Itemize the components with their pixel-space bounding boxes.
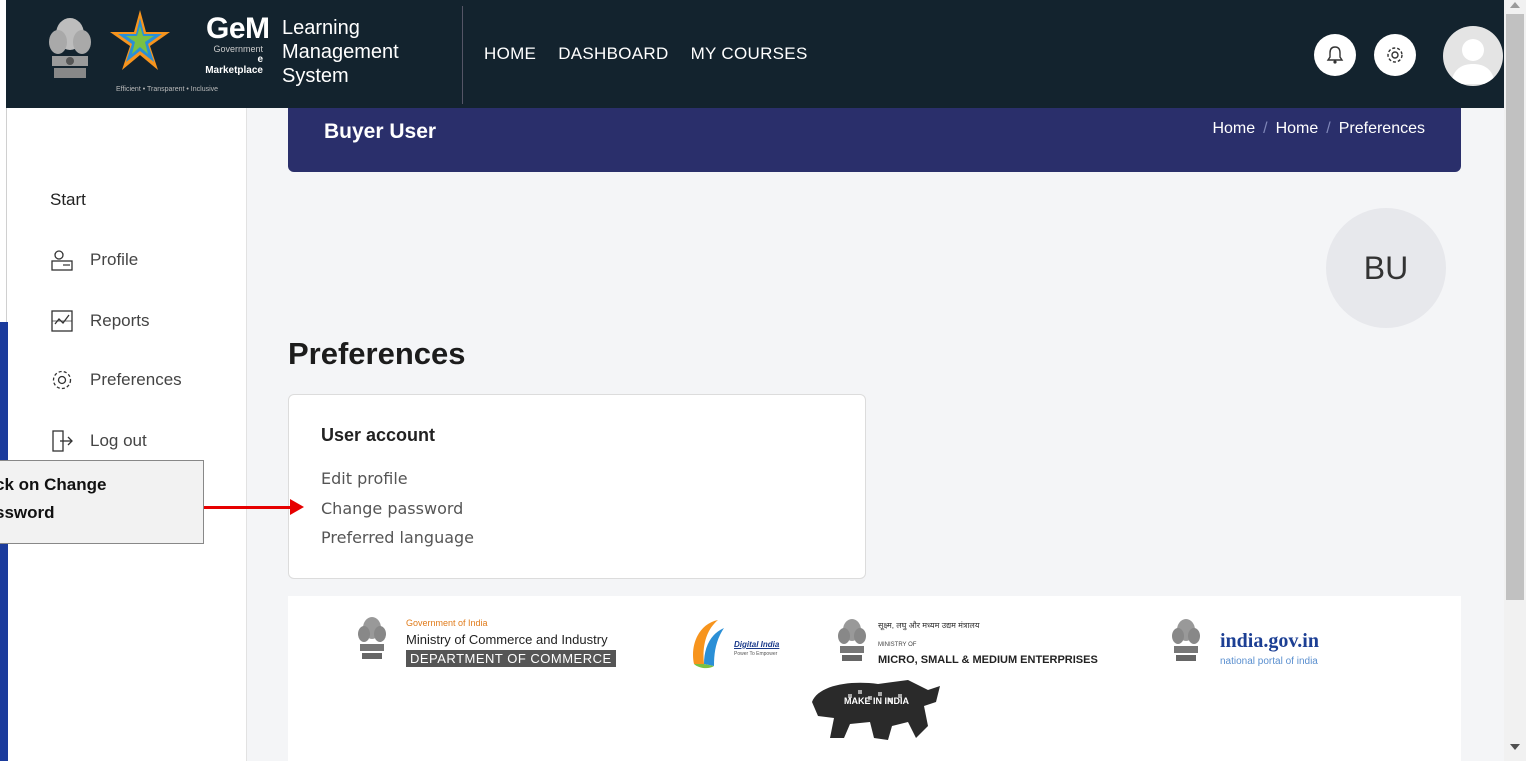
msme-hindi-label: सूक्ष्म, लघु और मध्यम उद्यम मंत्रालय xyxy=(878,621,980,630)
national-emblem-icon xyxy=(1172,619,1200,661)
primary-nav: HOME DASHBOARD MY COURSES xyxy=(484,44,808,64)
msme-name-label: MICRO, SMALL & MEDIUM ENTERPRISES xyxy=(878,654,1098,666)
edit-profile-link[interactable]: Edit profile xyxy=(321,469,408,488)
top-navbar: GeM Government e Marketplace Efficient •… xyxy=(6,0,1504,108)
settings-button[interactable] xyxy=(1374,34,1416,76)
msme-ministry-of-label: MINISTRY OF xyxy=(878,642,917,648)
navbar-divider xyxy=(462,6,463,104)
callout-arrow-line xyxy=(204,506,292,509)
gem-star-logo-icon xyxy=(110,10,170,70)
commerce-department-label: DEPARTMENT OF COMMERCE xyxy=(406,650,616,667)
scroll-up-arrow-icon[interactable] xyxy=(1510,2,1520,8)
digital-india-label: Digital India xyxy=(734,640,780,649)
avatar-icon xyxy=(1451,39,1495,84)
footer-logos: Government of India Ministry of Commerce… xyxy=(288,596,1461,761)
preferred-language-link[interactable]: Preferred language xyxy=(321,528,474,547)
gear-icon xyxy=(1387,47,1403,63)
national-emblem-icon xyxy=(838,619,866,661)
lms-title: Learning Management System xyxy=(282,17,399,87)
notifications-button[interactable] xyxy=(1314,34,1356,76)
india-gov-label: india.gov.in xyxy=(1220,630,1319,652)
breadcrumb-separator: / xyxy=(1326,120,1331,137)
sidebar-item-label: Log out xyxy=(90,431,147,450)
sidebar-item-reports[interactable]: Reports xyxy=(50,309,150,333)
page-title: Preferences xyxy=(288,336,466,371)
header-user-name: Buyer User xyxy=(324,120,437,143)
callout-arrow-head-icon xyxy=(290,499,304,515)
sidebar-item-label: Profile xyxy=(90,250,139,269)
digital-india-tagline: Power To Empower xyxy=(734,651,778,657)
breadcrumb-separator: / xyxy=(1263,120,1268,137)
nav-home-link[interactable]: HOME xyxy=(484,44,536,64)
make-in-india-label: MAKE IN INDIA xyxy=(844,696,909,706)
scrollbar-thumb[interactable] xyxy=(1506,14,1524,600)
breadcrumb-current[interactable]: Preferences xyxy=(1339,120,1425,138)
reports-icon xyxy=(50,309,74,333)
sidebar-item-preferences[interactable]: Preferences xyxy=(50,368,182,392)
scroll-down-arrow-icon[interactable] xyxy=(1510,744,1520,750)
gem-tagline: Efficient • Transparent • Inclusive xyxy=(116,86,219,93)
instruction-callout: ck on Change ssword xyxy=(0,460,204,544)
gem-subtitle-marketplace: e Marketplace xyxy=(205,54,263,76)
page-header: Buyer User Home / Home / Preferences xyxy=(288,108,1461,172)
commerce-gov-label: Government of India xyxy=(406,618,488,628)
callout-text: ck on Change ssword xyxy=(0,475,107,522)
national-emblem-icon xyxy=(358,617,386,659)
user-avatar-button[interactable] xyxy=(1443,26,1503,86)
sidebar-item-label: Preferences xyxy=(90,370,182,389)
change-password-link[interactable]: Change password xyxy=(321,499,463,518)
make-in-india-lion-icon xyxy=(812,680,940,740)
commerce-ministry-label: Ministry of Commerce and Industry xyxy=(406,632,608,647)
bell-icon xyxy=(1326,46,1344,64)
national-emblem-icon xyxy=(49,18,91,78)
india-gov-tagline: national portal of india xyxy=(1220,656,1318,667)
sidebar-item-label: Reports xyxy=(90,311,150,330)
user-account-card: User account Edit profile Change passwor… xyxy=(288,394,866,579)
gear-icon xyxy=(50,368,74,392)
breadcrumb-home-link-2[interactable]: Home xyxy=(1276,120,1319,138)
digital-india-logo-icon xyxy=(693,620,724,669)
breadcrumb: Home / Home / Preferences xyxy=(1212,120,1425,138)
profile-icon xyxy=(50,248,74,272)
sidebar-item-log-out[interactable]: Log out xyxy=(50,429,147,453)
sidebar-heading: Start xyxy=(50,190,86,209)
card-title: User account xyxy=(321,425,436,445)
sidebar-item-profile[interactable]: Profile xyxy=(50,248,138,272)
logout-icon xyxy=(50,429,74,453)
nav-my-courses-link[interactable]: MY COURSES xyxy=(691,44,808,64)
gem-subtitle-government: Government xyxy=(213,44,263,54)
nav-dashboard-link[interactable]: DASHBOARD xyxy=(558,44,668,64)
breadcrumb-home-link[interactable]: Home xyxy=(1212,120,1255,138)
user-initials-avatar: BU xyxy=(1326,208,1446,328)
gem-wordmark: GeM xyxy=(206,12,270,45)
